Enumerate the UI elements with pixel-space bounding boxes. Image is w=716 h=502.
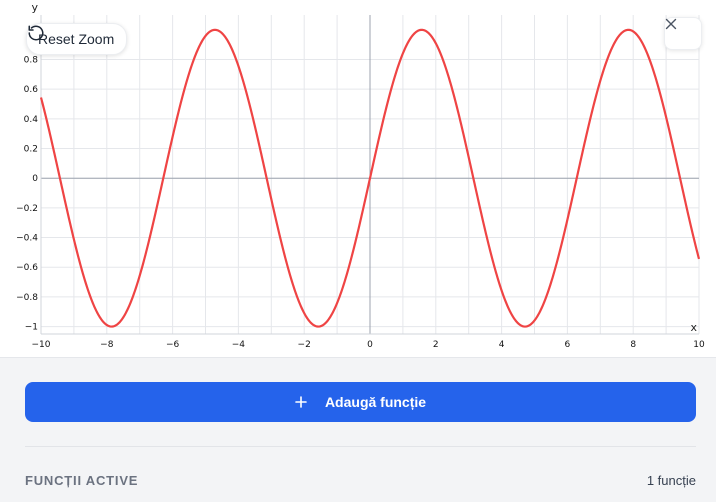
y-tick-label: −0.2: [16, 204, 38, 214]
active-functions-count: 1 funcție: [646, 473, 696, 488]
y-tick-label: 0: [32, 174, 38, 184]
x-tick-label: −2: [298, 340, 311, 350]
x-tick-label: 8: [630, 340, 636, 350]
x-tick-label: −6: [166, 340, 180, 350]
y-tick-label: −1: [25, 323, 38, 333]
y-tick-label: 0.4: [24, 115, 39, 125]
x-tick-label: 6: [565, 340, 571, 350]
y-tick-label: −0.6: [16, 263, 38, 273]
rotate-ccw-icon: [28, 25, 44, 41]
x-tick-label: 2: [433, 340, 439, 350]
close-icon: [665, 18, 677, 30]
y-tick-label: 0.2: [24, 145, 38, 155]
x-tick-label: 10: [693, 340, 705, 350]
x-tick-label: −10: [32, 340, 51, 350]
reset-zoom-button[interactable]: Reset Zoom: [26, 23, 128, 55]
x-axis-title: x: [690, 321, 697, 334]
function-plotter: −10 −8 −6 −4 −2 0 2 4 6 8 10 −1 −0.8 −0.6 −0.4 −0.2 0 0.2…: [0, 0, 716, 502]
active-functions-title: FUNCȚII ACTIVE: [25, 473, 139, 488]
add-function-button[interactable]: Adaugă funcție: [25, 382, 696, 422]
y-axis-title: y: [31, 1, 38, 14]
x-tick-label: −4: [232, 340, 246, 350]
x-tick-label: 4: [499, 340, 505, 350]
section-divider: [25, 446, 696, 447]
plus-icon: [295, 396, 307, 408]
add-function-label: Adaugă funcție: [324, 394, 427, 410]
x-tick-label: 0: [367, 340, 373, 350]
y-tick-label: 0.6: [24, 85, 39, 95]
close-button[interactable]: [664, 17, 702, 50]
y-tick-label: −0.8: [16, 293, 38, 303]
y-tick-label: −0.4: [16, 234, 38, 244]
x-tick-label: −8: [100, 340, 114, 350]
plot-area[interactable]: −10 −8 −6 −4 −2 0 2 4 6 8 10 −1 −0.8 −0.6 −0.4 −0.2 0 0.2…: [0, 0, 716, 358]
y-tick-label: 0.8: [24, 56, 39, 66]
reset-zoom-label: Reset Zoom: [38, 31, 115, 47]
